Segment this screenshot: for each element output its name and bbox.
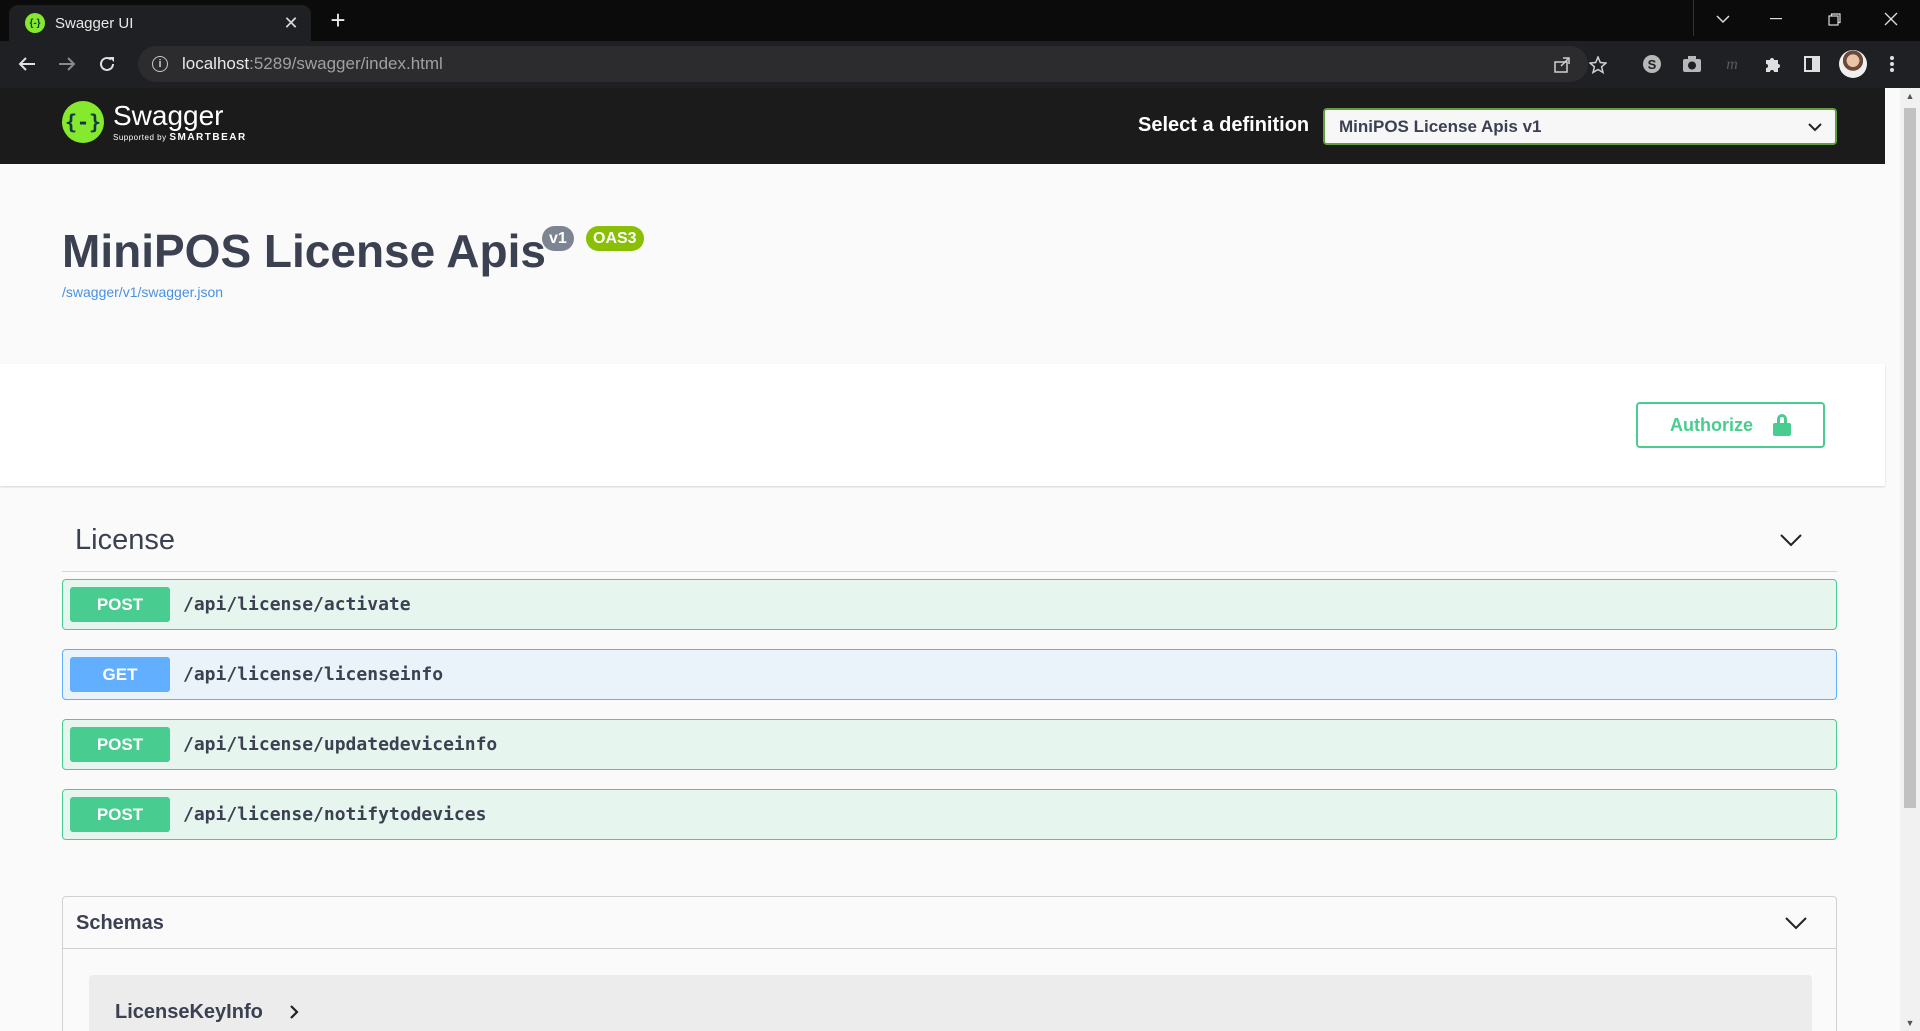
operation-post-updatedeviceinfo[interactable]: POST /api/license/updatedeviceinfo bbox=[62, 719, 1837, 770]
chevron-down-icon[interactable] bbox=[1784, 911, 1808, 935]
swagger-logo[interactable]: {-} Swagger Supported by SMARTBEAR bbox=[62, 101, 247, 143]
share-icon[interactable] bbox=[1551, 54, 1573, 76]
chevron-down-icon[interactable] bbox=[1779, 528, 1803, 552]
tag-license[interactable]: License bbox=[62, 510, 1837, 572]
svg-text:m: m bbox=[1726, 56, 1738, 72]
skype-extension-icon[interactable]: S bbox=[1639, 51, 1665, 77]
camera-extension-icon[interactable] bbox=[1679, 51, 1705, 77]
reload-icon[interactable] bbox=[89, 46, 125, 82]
forward-arrow-icon[interactable] bbox=[49, 46, 85, 82]
close-window-icon[interactable] bbox=[1862, 0, 1920, 38]
method-badge: POST bbox=[70, 587, 170, 622]
scroll-up-icon[interactable]: ▲ bbox=[1900, 88, 1920, 104]
swagger-topbar: {-} Swagger Supported by SMARTBEAR Selec… bbox=[0, 88, 1885, 164]
browser-tab[interactable]: {-} Swagger UI ✕ bbox=[9, 5, 311, 41]
schemas-header[interactable]: Schemas bbox=[63, 897, 1836, 949]
svg-text:S: S bbox=[1648, 57, 1657, 72]
version-badge: v1 bbox=[542, 226, 574, 251]
extensions-puzzle-icon[interactable] bbox=[1759, 51, 1785, 77]
definition-select[interactable]: MiniPOS License Apis v1 bbox=[1323, 108, 1837, 145]
operation-get-licenseinfo[interactable]: GET /api/license/licenseinfo bbox=[62, 649, 1837, 700]
operation-path: /api/license/updatedeviceinfo bbox=[183, 734, 498, 755]
tab-search-chevron-icon[interactable] bbox=[1694, 0, 1752, 38]
restore-icon[interactable] bbox=[1805, 0, 1863, 38]
browser-toolbar: i localhost:5289/swagger/index.html S m bbox=[0, 41, 1920, 88]
operation-path: /api/license/licenseinfo bbox=[183, 664, 444, 685]
swagger-logo-icon: {-} bbox=[62, 101, 104, 143]
bookmark-star-icon[interactable] bbox=[1587, 54, 1609, 76]
browser-menu-icon[interactable] bbox=[1879, 51, 1905, 77]
method-badge: POST bbox=[70, 797, 170, 832]
tag-title: License bbox=[75, 524, 175, 556]
schemas-section: Schemas LicenseKeyInfo bbox=[62, 896, 1837, 1031]
model-name: LicenseKeyInfo bbox=[115, 1001, 263, 1023]
scroll-thumb[interactable] bbox=[1904, 108, 1916, 808]
page-scrollbar[interactable]: ▲ ▼ bbox=[1900, 88, 1920, 1031]
operation-path: /api/license/notifytodevices bbox=[183, 804, 487, 825]
minimize-icon[interactable] bbox=[1747, 0, 1805, 38]
logo-subtitle: Supported by SMARTBEAR bbox=[113, 131, 247, 143]
definition-label: Select a definition bbox=[1138, 114, 1310, 136]
page-title: MiniPOS License Apis bbox=[62, 225, 546, 277]
definition-select-value: MiniPOS License Apis v1 bbox=[1339, 116, 1542, 136]
chevron-down-icon bbox=[1795, 119, 1835, 135]
browser-tabstrip: {-} Swagger UI ✕ + bbox=[0, 0, 1920, 41]
m-extension-icon[interactable]: m bbox=[1719, 51, 1745, 77]
site-info-icon[interactable]: i bbox=[152, 56, 168, 72]
profile-avatar[interactable] bbox=[1839, 50, 1867, 78]
swagger-json-link[interactable]: /swagger/v1/swagger.json bbox=[62, 284, 223, 300]
url-path: :5289/swagger/index.html bbox=[249, 54, 443, 73]
address-bar[interactable]: i localhost:5289/swagger/index.html bbox=[138, 46, 1607, 82]
api-info: MiniPOS License Apis v1 OAS3 /swagger/v1… bbox=[0, 164, 1885, 364]
chevron-right-icon[interactable] bbox=[289, 1003, 299, 1024]
authorize-label: Authorize bbox=[1670, 414, 1753, 435]
logo-name: Swagger bbox=[113, 99, 224, 131]
authorize-button[interactable]: Authorize bbox=[1636, 402, 1825, 448]
side-panel-icon[interactable] bbox=[1799, 51, 1825, 77]
scheme-container: Authorize bbox=[0, 364, 1885, 486]
url-text[interactable]: localhost:5289/swagger/index.html bbox=[182, 54, 443, 74]
operation-post-activate[interactable]: POST /api/license/activate bbox=[62, 579, 1837, 630]
method-badge: GET bbox=[70, 657, 170, 692]
back-arrow-icon[interactable] bbox=[9, 46, 45, 82]
tab-title: Swagger UI bbox=[55, 14, 134, 32]
tab-close-icon[interactable]: ✕ bbox=[277, 13, 305, 34]
lock-icon bbox=[1773, 414, 1791, 436]
swagger-favicon-icon: {-} bbox=[25, 13, 45, 33]
new-tab-button[interactable]: + bbox=[322, 5, 354, 37]
model-licensekeyinfo[interactable]: LicenseKeyInfo bbox=[89, 975, 1812, 1031]
operation-post-notifytodevices[interactable]: POST /api/license/notifytodevices bbox=[62, 789, 1837, 840]
method-badge: POST bbox=[70, 727, 170, 762]
operation-path: /api/license/activate bbox=[183, 594, 411, 615]
scroll-down-icon[interactable]: ▼ bbox=[1900, 1015, 1920, 1031]
oas-badge: OAS3 bbox=[586, 226, 644, 251]
url-host: localhost bbox=[182, 54, 250, 73]
schemas-title: Schemas bbox=[76, 912, 164, 934]
